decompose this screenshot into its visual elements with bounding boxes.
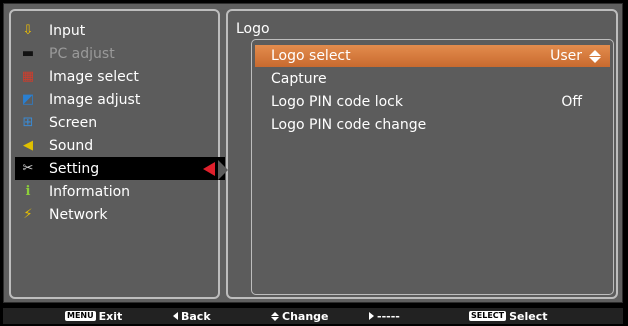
menu-item-label: Screen	[49, 114, 98, 131]
menu-item-label: Image adjust	[49, 91, 141, 108]
information-icon: i	[25, 184, 31, 199]
row-logo-pin-code-lock[interactable]: Logo PIN code lock Off	[255, 91, 610, 113]
hint-change: Change	[271, 310, 329, 323]
key-hint-bar: MENU Exit Back Change ----- SELECT Selec…	[3, 308, 623, 324]
hint-next: -----	[369, 310, 400, 323]
row-logo-select[interactable]: Logo select User	[255, 45, 610, 67]
hint-select-label: Select	[509, 309, 548, 323]
menu-item-pc-adjust[interactable]: ▬ PC adjust	[15, 42, 218, 65]
hint-next-label: -----	[377, 309, 400, 323]
row-logo-pin-code-change[interactable]: Logo PIN code change	[255, 114, 610, 136]
menu-item-setting[interactable]: ✂ Setting	[15, 157, 225, 180]
menu-item-network[interactable]: ⚡ Network	[15, 203, 218, 226]
sound-icon: ◀	[23, 138, 33, 153]
hint-exit: MENU Exit	[65, 310, 122, 323]
logo-select-value: User	[550, 48, 582, 64]
image-adjust-icon: ◩	[21, 92, 35, 107]
menu-item-screen[interactable]: ⊞ Screen	[15, 111, 218, 134]
row-capture[interactable]: Capture	[255, 68, 610, 90]
menu-item-label: Image select	[49, 68, 139, 85]
row-label: Capture	[271, 71, 327, 87]
menu-item-sound[interactable]: ◀ Sound	[15, 134, 218, 157]
main-menu-panel: ⇩ Input ▬ PC adjust ▦ Image select ◩ Ima…	[9, 9, 225, 299]
submenu-title: Logo	[236, 21, 270, 37]
hint-back: Back	[173, 310, 211, 323]
row-label: Logo PIN code lock	[271, 94, 403, 110]
menu-item-information[interactable]: i Information	[15, 180, 218, 203]
setting-icon: ✂	[22, 161, 34, 176]
hint-exit-label: Exit	[98, 309, 123, 323]
right-arrow-icon	[369, 312, 374, 320]
network-icon: ⚡	[23, 207, 33, 222]
image-select-icon: ▦	[21, 69, 35, 84]
select-key-icon: SELECT	[469, 311, 507, 321]
screen-icon: ⊞	[22, 115, 34, 130]
panel-connector	[218, 160, 228, 180]
row-label: Logo select	[271, 48, 351, 64]
menu-item-label: Sound	[49, 137, 94, 154]
up-down-icon	[588, 49, 602, 63]
menu-item-label: Input	[49, 22, 86, 39]
pc-adjust-icon: ▬	[21, 46, 35, 61]
menu-item-image-adjust[interactable]: ◩ Image adjust	[15, 88, 218, 111]
selection-arrow-icon	[203, 162, 215, 176]
row-label: Logo PIN code change	[271, 117, 427, 133]
row-value: User	[550, 48, 602, 64]
projector-osd-screen: ⇩ Input ▬ PC adjust ▦ Image select ◩ Ima…	[0, 0, 628, 326]
main-menu-list: ⇩ Input ▬ PC adjust ▦ Image select ◩ Ima…	[15, 19, 225, 226]
submenu-panel: Logo Logo select User Capture Logo PIN c…	[226, 9, 618, 299]
left-arrow-icon	[173, 312, 178, 320]
menu-item-label: Information	[49, 183, 131, 200]
hint-back-label: Back	[181, 309, 211, 323]
up-down-icon	[271, 311, 279, 321]
hint-change-label: Change	[282, 309, 329, 323]
row-value: Off	[561, 94, 582, 110]
menu-item-label: PC adjust	[49, 45, 115, 62]
menu-item-label: Setting	[49, 160, 100, 177]
menu-key-icon: MENU	[65, 311, 96, 321]
osd-window: ⇩ Input ▬ PC adjust ▦ Image select ◩ Ima…	[3, 3, 623, 303]
menu-item-input[interactable]: ⇩ Input	[15, 19, 218, 42]
menu-item-image-select[interactable]: ▦ Image select	[15, 65, 218, 88]
hint-select: SELECT Select	[469, 310, 548, 323]
menu-item-label: Network	[49, 206, 108, 223]
input-icon: ⇩	[22, 23, 34, 38]
submenu-list: Logo select User Capture Logo PIN code l…	[251, 39, 614, 295]
